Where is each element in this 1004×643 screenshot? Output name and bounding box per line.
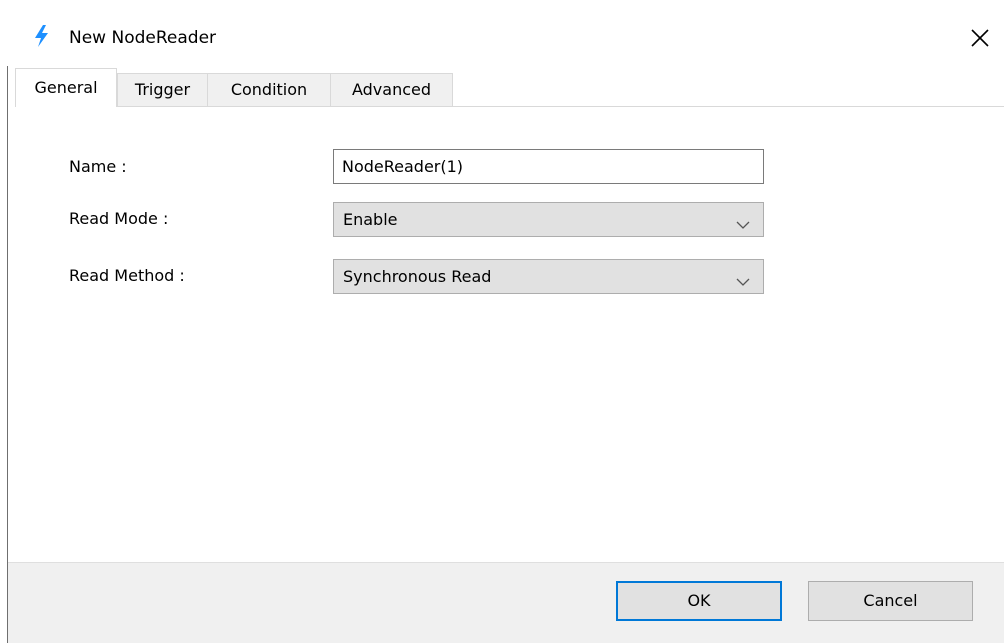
tab-condition[interactable]: Condition (207, 73, 331, 106)
tab-strip-baseline (117, 106, 1004, 107)
cancel-button[interactable]: Cancel (808, 581, 973, 621)
read-mode-label: Read Mode : (69, 209, 169, 228)
tab-advanced[interactable]: Advanced (330, 73, 453, 106)
read-mode-value: Enable (343, 210, 398, 229)
chevron-down-icon (736, 272, 750, 286)
tab-trigger[interactable]: Trigger (117, 73, 208, 106)
read-method-value: Synchronous Read (343, 267, 492, 286)
name-input[interactable] (333, 149, 764, 184)
lightning-bolt-icon (32, 24, 52, 48)
chevron-down-icon (736, 215, 750, 229)
read-method-label: Read Method : (69, 266, 185, 285)
read-method-select[interactable]: Synchronous Read (333, 259, 764, 294)
name-label: Name : (69, 157, 127, 176)
dialog-window: New NodeReader General Trigger Condition… (0, 0, 1004, 643)
tab-general[interactable]: General (15, 68, 117, 107)
window-left-border (7, 66, 8, 643)
window-title: New NodeReader (69, 28, 217, 48)
ok-button[interactable]: OK (616, 581, 782, 621)
read-mode-select[interactable]: Enable (333, 202, 764, 237)
close-icon[interactable] (966, 24, 994, 52)
title-bar: New NodeReader (0, 0, 1004, 66)
